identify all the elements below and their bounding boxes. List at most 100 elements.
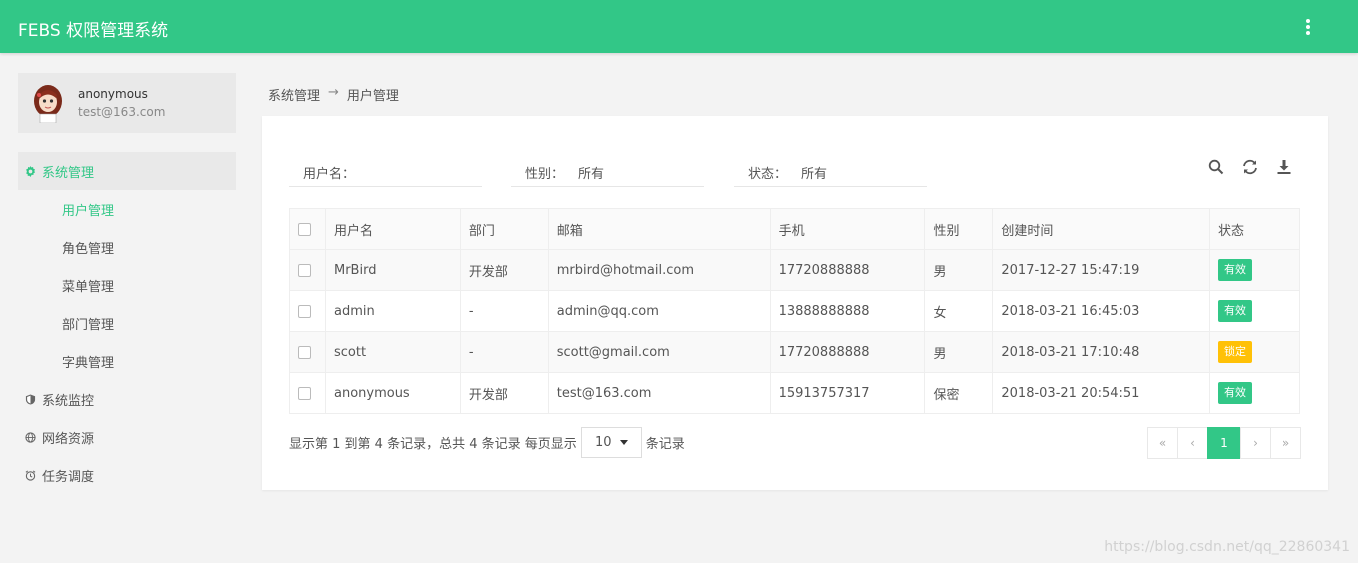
phone-cell: 17720888888 <box>769 249 926 291</box>
row-select-cell <box>289 331 326 373</box>
user-name: anonymous <box>78 87 148 101</box>
status-badge: 有效 <box>1218 382 1253 404</box>
row-checkbox[interactable] <box>298 263 311 277</box>
page-button-current[interactable]: 1 <box>1207 427 1241 459</box>
first-page-button[interactable]: « <box>1147 427 1178 459</box>
gender-cell: 女 <box>924 290 994 332</box>
sidebar-item-label: 任务调度 <box>42 469 95 485</box>
phone-cell: 13888888888 <box>769 290 926 332</box>
sidebar-item-network-resources[interactable]: 网络资源 <box>18 418 236 456</box>
username-cell: MrBird <box>324 249 461 291</box>
sidebar-item-system-monitor[interactable]: 系统监控 <box>18 380 236 418</box>
sidebar-subitem-role-management[interactable]: 角色管理 <box>18 228 236 266</box>
gender-cell: 男 <box>924 249 994 291</box>
avatar <box>34 85 62 123</box>
row-checkbox[interactable] <box>298 304 311 318</box>
column-header[interactable]: 状态 <box>1209 208 1300 250</box>
status-cell: 有效 <box>1209 372 1300 414</box>
last-page-button[interactable]: » <box>1270 427 1301 459</box>
sidebar-item-label: 系统监控 <box>42 393 95 409</box>
column-header[interactable]: 邮箱 <box>547 208 771 250</box>
email-cell: test@163.com <box>547 372 771 414</box>
top-bar: FEBS 权限管理系统 <box>0 0 1358 53</box>
table-row[interactable]: anonymous 开发部 test@163.com 15913757317 保… <box>289 372 1300 414</box>
row-select-cell <box>289 372 326 414</box>
pagination-info-prefix: 显示第 1 到第 4 条记录，总共 4 条记录 每页显示 <box>289 437 577 452</box>
table-row[interactable]: admin - admin@qq.com 13888888888 女 2018-… <box>289 290 1300 332</box>
page-size-value: 10 <box>594 435 612 450</box>
sidebar-item-label: 系统管理 <box>42 165 95 181</box>
row-select-cell <box>289 290 326 332</box>
breadcrumb: 系统管理 → 用户管理 <box>268 85 399 104</box>
pagination: « ‹ 1 › » <box>1147 427 1301 459</box>
sidebar-subitem-menu-management[interactable]: 菜单管理 <box>18 266 236 304</box>
status-badge: 锁定 <box>1218 341 1253 363</box>
username-cell: anonymous <box>324 372 461 414</box>
username-filter[interactable]: 用户名： <box>289 159 482 187</box>
watermark: https://blog.csdn.net/qq_22860341 <box>1104 539 1350 555</box>
status-filter-label: 状态： <box>748 167 788 182</box>
sidebar-item-system-management[interactable]: 系统管理 <box>18 152 236 190</box>
caret-down-icon <box>619 440 628 445</box>
status-filter-value: 所有 <box>801 167 828 182</box>
row-select-cell <box>289 249 326 291</box>
username-cell: admin <box>324 290 461 332</box>
column-header[interactable]: 手机 <box>769 208 926 250</box>
created-cell: 2018-03-21 20:54:51 <box>992 372 1211 414</box>
select-all-cell <box>289 208 326 250</box>
user-table: 用户名 部门 邮箱 手机 性别 创建时间 状态 MrBird 开发部 mrbir… <box>289 208 1300 414</box>
next-page-button[interactable]: › <box>1240 427 1271 459</box>
gender-filter-label: 性别： <box>525 167 565 182</box>
status-cell: 有效 <box>1209 249 1300 291</box>
gender-filter-value: 所有 <box>578 167 605 182</box>
status-filter[interactable]: 状态： 所有 <box>734 159 927 187</box>
column-header[interactable]: 性别 <box>924 208 994 250</box>
username-cell: scott <box>324 331 461 373</box>
breadcrumb-current: 用户管理 <box>346 89 399 104</box>
page-size-select[interactable]: 10 <box>580 427 642 458</box>
pagination-info-suffix: 条记录 <box>645 437 685 452</box>
breadcrumb-parent[interactable]: 系统管理 <box>268 85 320 104</box>
table-row[interactable]: scott - scott@gmail.com 17720888888 男 20… <box>289 331 1300 373</box>
user-email: test@163.com <box>78 105 166 119</box>
dept-cell: - <box>459 331 549 373</box>
status-cell: 锁定 <box>1209 331 1300 373</box>
table-header-row: 用户名 部门 邮箱 手机 性别 创建时间 状态 <box>289 208 1300 250</box>
gender-filter[interactable]: 性别： 所有 <box>511 159 704 187</box>
status-cell: 有效 <box>1209 290 1300 332</box>
alarm-clock-icon <box>25 470 36 481</box>
prev-page-button[interactable]: ‹ <box>1177 427 1208 459</box>
phone-cell: 15913757317 <box>769 372 926 414</box>
column-header[interactable]: 部门 <box>459 208 549 250</box>
select-all-checkbox[interactable] <box>298 222 311 236</box>
gender-cell: 保密 <box>924 372 994 414</box>
refresh-icon[interactable] <box>1240 157 1260 177</box>
created-cell: 2017-12-27 15:47:19 <box>992 249 1211 291</box>
more-vertical-icon[interactable] <box>1300 17 1316 37</box>
sidebar-item-label: 网络资源 <box>42 431 95 447</box>
gender-cell: 男 <box>924 331 994 373</box>
column-header[interactable]: 用户名 <box>324 208 461 250</box>
sidebar-subitem-user-management[interactable]: 用户管理 <box>18 190 236 228</box>
download-icon[interactable] <box>1274 157 1294 177</box>
created-cell: 2018-03-21 17:10:48 <box>992 331 1211 373</box>
sidebar-subitem-dict-management[interactable]: 字典管理 <box>18 342 236 380</box>
dept-cell: - <box>459 290 549 332</box>
user-list-card: 用户名： 性别： 所有 状态： 所有 用户名 部门 邮箱 手机 性别 创建时间 … <box>262 116 1328 490</box>
sidebar-subitem-dept-management[interactable]: 部门管理 <box>18 304 236 342</box>
row-checkbox[interactable] <box>298 345 311 359</box>
column-header[interactable]: 创建时间 <box>992 208 1211 250</box>
pagination-info: 显示第 1 到第 4 条记录，总共 4 条记录 每页显示 10 条记录 <box>289 427 685 458</box>
table-row[interactable]: MrBird 开发部 mrbird@hotmail.com 1772088888… <box>289 249 1300 291</box>
search-icon[interactable] <box>1206 157 1226 177</box>
email-cell: mrbird@hotmail.com <box>547 249 771 291</box>
created-cell: 2018-03-21 16:45:03 <box>992 290 1211 332</box>
shield-icon <box>25 393 36 405</box>
phone-cell: 17720888888 <box>769 331 926 373</box>
breadcrumb-separator: → <box>328 85 339 100</box>
dept-cell: 开发部 <box>459 372 549 414</box>
sidebar-item-task-scheduling[interactable]: 任务调度 <box>18 456 236 494</box>
username-filter-label: 用户名： <box>303 167 356 182</box>
user-profile-card[interactable]: anonymous test@163.com <box>18 73 236 133</box>
row-checkbox[interactable] <box>298 386 311 400</box>
